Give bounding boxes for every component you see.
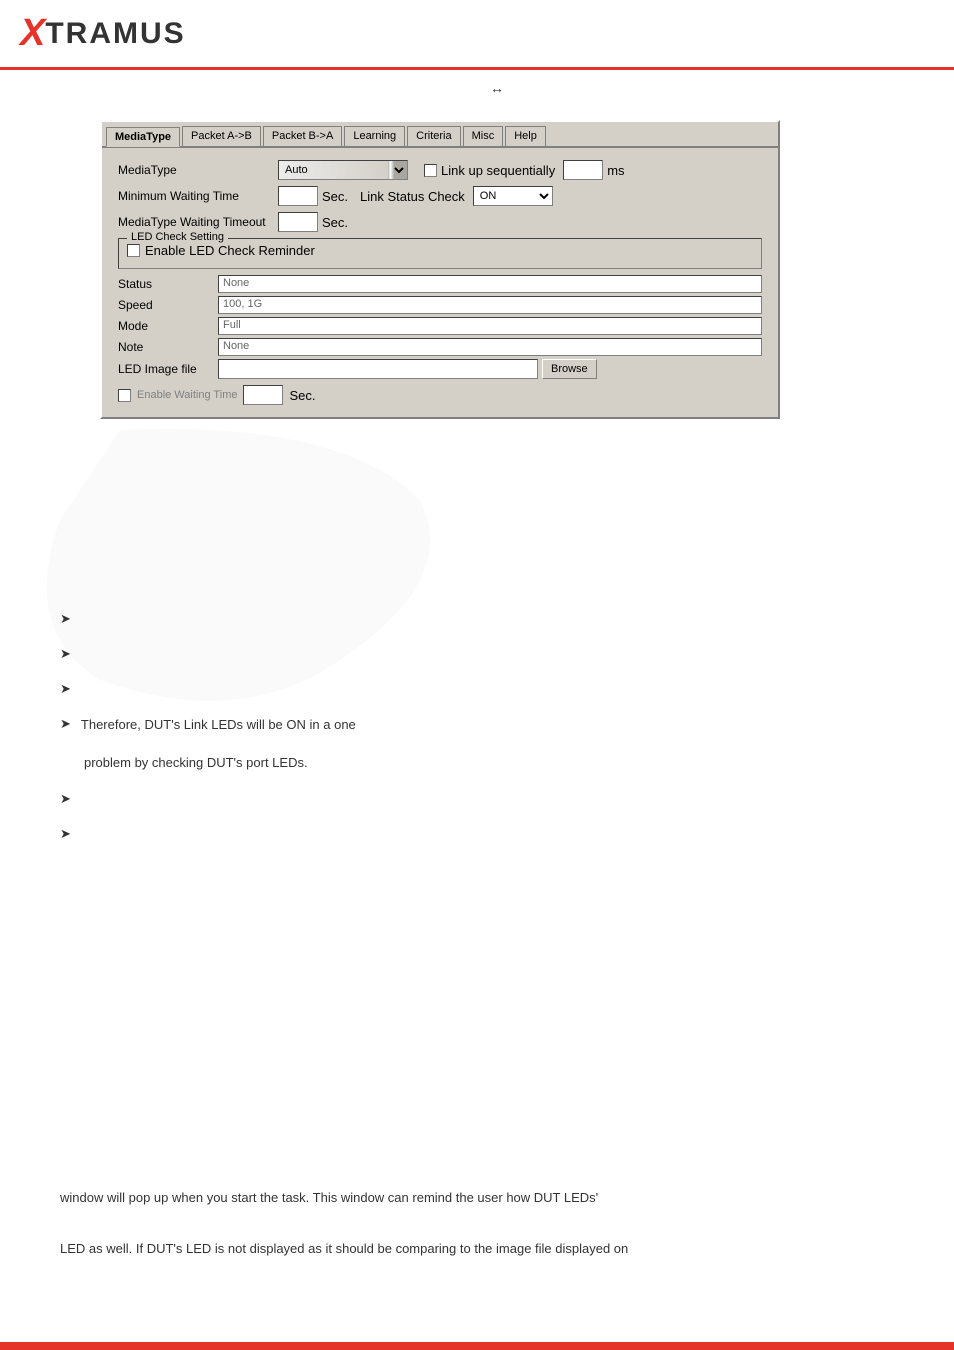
speed-label: Speed xyxy=(118,298,218,312)
mediatype-select[interactable]: Auto xyxy=(278,160,408,180)
bottom-text-section: window will pop up when you start the ta… xyxy=(60,1188,914,1290)
bullets-section: ➤ ➤ ➤ ➤ Therefore, DUT's Link LEDs will … xyxy=(60,610,914,860)
min-wait-label: Minimum Waiting Time xyxy=(118,189,278,203)
tab-criteria[interactable]: Criteria xyxy=(407,126,460,146)
note-row: Note None xyxy=(118,338,762,356)
main-panel: MediaType Packet A->B Packet B->A Learni… xyxy=(100,120,780,419)
link-seq-checkbox[interactable] xyxy=(424,164,437,177)
bullet-arrow-4: ➤ xyxy=(60,716,71,732)
link-seq-input[interactable]: 200 xyxy=(563,160,603,180)
mediatype-timeout-input[interactable]: 5 xyxy=(278,212,318,232)
led-image-row: LED Image file C:\Program Files\NuStream… xyxy=(118,359,762,379)
mediatype-timeout-row: MediaType Waiting Timeout 5 Sec. xyxy=(118,212,762,232)
bullet-3: ➤ xyxy=(60,680,914,697)
mode-row: Mode Full xyxy=(118,317,762,335)
status-value: None xyxy=(218,275,762,293)
logo-tramus: TRAMUS xyxy=(45,17,185,51)
bullet-4: ➤ Therefore, DUT's Link LEDs will be ON … xyxy=(60,715,914,735)
tab-bar: MediaType Packet A->B Packet B->A Learni… xyxy=(102,122,778,148)
bottom-border xyxy=(0,1342,954,1350)
bullet-arrow-5: ➤ xyxy=(60,791,71,807)
led-image-label: LED Image file xyxy=(118,362,218,376)
header-arrow: ↔ xyxy=(490,80,504,96)
mediatype-timeout-label: MediaType Waiting Timeout xyxy=(118,215,278,229)
tab-help[interactable]: Help xyxy=(505,126,546,146)
waiting-row: Enable Waiting Time 5 Sec. xyxy=(118,385,762,405)
bullet-2: ➤ xyxy=(60,645,914,662)
led-enable-checkbox[interactable] xyxy=(127,244,140,257)
speed-row: Speed 100, 1G xyxy=(118,296,762,314)
waiting-unit: Sec. xyxy=(289,388,315,403)
link-seq-unit: ms xyxy=(607,163,624,178)
bullet-arrow-3: ➤ xyxy=(60,681,71,697)
bottom-paragraph-1: window will pop up when you start the ta… xyxy=(60,1188,914,1209)
panel-content: MediaType Auto Link up sequentially 200 … xyxy=(102,148,778,417)
tab-mediatype[interactable]: MediaType xyxy=(106,127,180,147)
led-enable-row: Enable LED Check Reminder xyxy=(127,243,753,258)
min-wait-unit: Sec. xyxy=(322,189,348,204)
bullet-text-4: Therefore, DUT's Link LEDs will be ON in… xyxy=(81,715,356,735)
led-enable-label: Enable LED Check Reminder xyxy=(145,243,315,258)
bullet-sub-text: problem by checking DUT's port LEDs. xyxy=(84,753,914,773)
tab-packet-ba[interactable]: Packet B->A xyxy=(263,126,342,146)
link-status-label: Link Status Check xyxy=(360,189,465,204)
tab-misc[interactable]: Misc xyxy=(463,126,504,146)
mediatype-controls: Auto Link up sequentially 200 ms xyxy=(278,160,625,180)
browse-button[interactable]: Browse xyxy=(542,359,597,379)
waiting-input[interactable]: 5 xyxy=(243,385,283,405)
min-wait-row: Minimum Waiting Time 3 Sec. Link Status … xyxy=(118,186,762,206)
led-group-title: LED Check Setting xyxy=(127,231,228,243)
bullet-1: ➤ xyxy=(60,610,914,627)
tab-packet-ab[interactable]: Packet A->B xyxy=(182,126,261,146)
status-label: Status xyxy=(118,277,218,291)
led-image-input[interactable]: C:\Program Files\NuStreams\\DApps-MPT v2 xyxy=(218,359,538,379)
note-label: Note xyxy=(118,340,218,354)
logo-x: X xyxy=(20,12,45,55)
link-seq-label: Link up sequentially xyxy=(441,163,555,178)
bullet-arrow-2: ➤ xyxy=(60,646,71,662)
tab-learning[interactable]: Learning xyxy=(344,126,405,146)
min-wait-input[interactable]: 3 xyxy=(278,186,318,206)
bullet-arrow-1: ➤ xyxy=(60,611,71,627)
min-wait-controls: 3 Sec. Link Status Check ON xyxy=(278,186,553,206)
bullet-text-5: problem by checking DUT's port LEDs. xyxy=(84,755,308,770)
waiting-checkbox[interactable] xyxy=(118,389,131,402)
mediatype-timeout-unit: Sec. xyxy=(322,215,348,230)
mediatype-label: MediaType xyxy=(118,163,278,177)
status-row: Status None xyxy=(118,275,762,293)
led-check-group: LED Check Setting Enable LED Check Remin… xyxy=(118,238,762,269)
link-status-select[interactable]: ON xyxy=(473,186,553,206)
bullet-arrow-6: ➤ xyxy=(60,826,71,842)
mediatype-row: MediaType Auto Link up sequentially 200 … xyxy=(118,160,762,180)
bottom-paragraph-2: LED as well. If DUT's LED is not display… xyxy=(60,1239,914,1260)
mediatype-timeout-controls: 5 Sec. xyxy=(278,212,348,232)
bullet-6: ➤ xyxy=(60,825,914,842)
header: X TRAMUS xyxy=(0,0,954,70)
speed-value: 100, 1G xyxy=(218,296,762,314)
mode-value: Full xyxy=(218,317,762,335)
note-value: None xyxy=(218,338,762,356)
bullet-5: ➤ xyxy=(60,790,914,807)
waiting-label: Enable Waiting Time xyxy=(137,389,237,401)
mode-label: Mode xyxy=(118,319,218,333)
